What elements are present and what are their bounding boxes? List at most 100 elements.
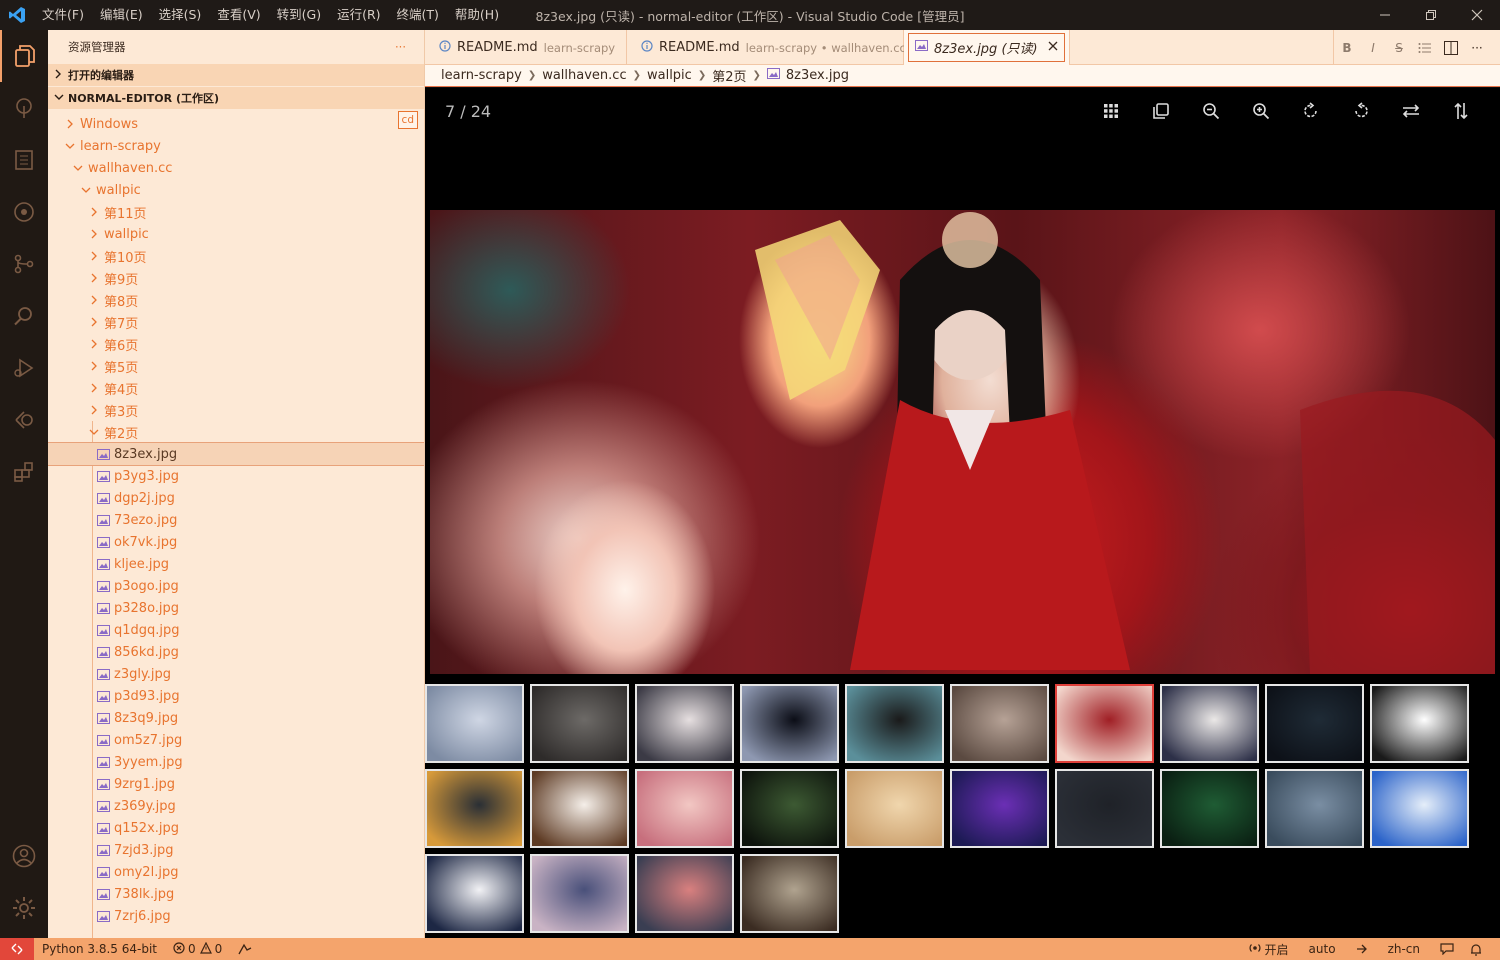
thumbnail-21[interactable]: [425, 854, 524, 933]
tree-folder[interactable]: 第6页: [48, 333, 424, 355]
more-actions-icon[interactable]: ···: [1464, 41, 1490, 55]
tree-view-icon[interactable]: [0, 82, 48, 134]
tree-folder[interactable]: wallhaven.cc: [48, 157, 424, 179]
thumbnail-14[interactable]: [740, 769, 839, 848]
thumbnail-22[interactable]: [530, 854, 629, 933]
tree-folder[interactable]: 第9页: [48, 267, 424, 289]
extensions-icon[interactable]: [0, 446, 48, 498]
tree-folder[interactable]: 第3页: [48, 399, 424, 421]
tree-file[interactable]: 7zrj6.jpg: [48, 905, 424, 927]
tree-folder[interactable]: learn-scrapy: [48, 135, 424, 157]
source-control-icon[interactable]: [0, 238, 48, 290]
menu-terminal[interactable]: 终端(T): [389, 0, 447, 30]
thumbnail-6[interactable]: [950, 684, 1049, 763]
thumbnail-16[interactable]: [950, 769, 1049, 848]
tree-folder[interactable]: 第5页: [48, 355, 424, 377]
restore-button[interactable]: [1408, 0, 1454, 30]
copy-icon[interactable]: [1136, 98, 1186, 124]
tree-file[interactable]: 738lk.jpg: [48, 883, 424, 905]
search-icon[interactable]: [0, 290, 48, 342]
remote-indicator-icon[interactable]: [0, 938, 34, 960]
tree-file[interactable]: ok7vk.jpg: [48, 531, 424, 553]
menu-edit[interactable]: 编辑(E): [92, 0, 151, 30]
notifications-bell-icon[interactable]: [1462, 943, 1490, 956]
tree-file[interactable]: q1dgq.jpg: [48, 619, 424, 641]
tree-folder[interactable]: 第2页: [48, 421, 424, 443]
arrow-right-icon[interactable]: [1348, 944, 1376, 954]
tree-file[interactable]: 73ezo.jpg: [48, 509, 424, 531]
thumbnail-23[interactable]: [635, 854, 734, 933]
menu-view[interactable]: 查看(V): [209, 0, 268, 30]
breadcrumb-item[interactable]: wallhaven.cc: [542, 68, 626, 83]
notebook-icon[interactable]: [0, 134, 48, 186]
thumbnail-9[interactable]: [1265, 684, 1364, 763]
thumbnail-11[interactable]: [425, 769, 524, 848]
open-editors-section[interactable]: 打开的编辑器: [48, 64, 424, 86]
breadcrumb-item[interactable]: wallpic: [647, 68, 692, 83]
italic-button[interactable]: I: [1360, 41, 1386, 55]
menu-run[interactable]: 运行(R): [329, 0, 388, 30]
python-interpreter[interactable]: Python 3.8.5 64-bit: [34, 942, 165, 956]
menu-selection[interactable]: 选择(S): [151, 0, 210, 30]
tree-folder[interactable]: wallpic: [48, 179, 424, 201]
list-button[interactable]: [1412, 42, 1438, 54]
rotate-right-icon[interactable]: [1286, 98, 1336, 124]
tree-folder[interactable]: Windows: [48, 113, 424, 135]
breadcrumb-item[interactable]: 第2页: [712, 66, 746, 85]
flip-horizontal-icon[interactable]: [1386, 98, 1436, 124]
rotate-left-icon[interactable]: [1336, 98, 1386, 124]
tree-file[interactable]: 9zrg1.jpg: [48, 773, 424, 795]
tab-readme-wallhaven[interactable]: README.md learn-scrapy • wallhaven.cc: [627, 30, 906, 65]
thumbnail-15[interactable]: [845, 769, 944, 848]
tree-file[interactable]: p3d93.jpg: [48, 685, 424, 707]
flip-vertical-icon[interactable]: [1436, 98, 1486, 124]
tab-close-icon[interactable]: [1048, 40, 1058, 55]
strikethrough-button[interactable]: S: [1386, 41, 1412, 55]
tree-file[interactable]: kljee.jpg: [48, 553, 424, 575]
problems-indicator[interactable]: 0 0: [165, 941, 230, 957]
tree-folder[interactable]: 第8页: [48, 289, 424, 311]
tree-folder[interactable]: wallpic: [48, 223, 424, 245]
breadcrumb-item[interactable]: learn-scrapy: [441, 68, 522, 83]
tree-file[interactable]: dgp2j.jpg: [48, 487, 424, 509]
thumbnail-2[interactable]: [530, 684, 629, 763]
split-editor-icon[interactable]: [1438, 40, 1464, 55]
thumbnail-1[interactable]: [425, 684, 524, 763]
tree-folder[interactable]: 第4页: [48, 377, 424, 399]
main-image[interactable]: [430, 210, 1495, 674]
tree-folder[interactable]: 第10页: [48, 245, 424, 267]
thumbnail-13[interactable]: [635, 769, 734, 848]
tree-file[interactable]: 3yyem.jpg: [48, 751, 424, 773]
tree-file[interactable]: p3yg3.jpg: [48, 465, 424, 487]
tree-file[interactable]: omy2l.jpg: [48, 861, 424, 883]
more-actions-button[interactable]: ···: [395, 40, 406, 54]
thumbnail-5[interactable]: [845, 684, 944, 763]
explorer-icon[interactable]: [0, 30, 48, 82]
live-share-icon[interactable]: [230, 943, 260, 955]
run-debug-icon[interactable]: [0, 342, 48, 394]
settings-gear-icon[interactable]: [0, 882, 48, 934]
workspace-section[interactable]: NORMAL-EDITOR (工作区): [48, 87, 424, 109]
tree-file[interactable]: z3gly.jpg: [48, 663, 424, 685]
minimize-button[interactable]: [1362, 0, 1408, 30]
tab-8z3ex-jpg[interactable]: 8z3ex.jpg (只读): [904, 30, 1070, 65]
thumbnail-17[interactable]: [1055, 769, 1154, 848]
thumbnail-24[interactable]: [740, 854, 839, 933]
thumbnail-8[interactable]: [1160, 684, 1259, 763]
tree-file[interactable]: p3ogo.jpg: [48, 575, 424, 597]
thumbnail-12[interactable]: [530, 769, 629, 848]
bold-button[interactable]: B: [1334, 41, 1360, 55]
feedback-icon[interactable]: [1432, 943, 1462, 955]
thumbnail-18[interactable]: [1160, 769, 1259, 848]
account-icon[interactable]: [0, 830, 48, 882]
close-button[interactable]: [1454, 0, 1500, 30]
menu-file[interactable]: 文件(F): [34, 0, 92, 30]
zoom-out-icon[interactable]: [1186, 98, 1236, 124]
tree-file[interactable]: 7zjd3.jpg: [48, 839, 424, 861]
menu-help[interactable]: 帮助(H): [447, 0, 507, 30]
tree-file[interactable]: 8z3ex.jpg: [48, 442, 424, 466]
thumbnail-3[interactable]: [635, 684, 734, 763]
zoom-in-icon[interactable]: [1236, 98, 1286, 124]
tree-file[interactable]: z369y.jpg: [48, 795, 424, 817]
tree-file[interactable]: 8z3q9.jpg: [48, 707, 424, 729]
